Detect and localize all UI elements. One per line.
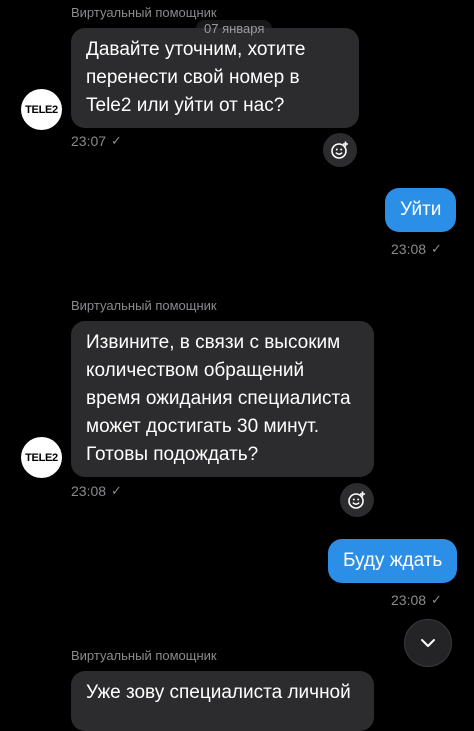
message-text: Давайте уточним, хотите перенести свой н… — [86, 39, 306, 116]
chevron-down-icon — [421, 639, 435, 647]
message-text: Буду ждать — [343, 550, 443, 571]
check-icon: ✓ — [111, 483, 122, 498]
message-text: Извините, в связи с высоким количеством … — [86, 332, 351, 465]
message-meta: 23:08 ✓ — [391, 592, 442, 608]
avatar[interactable]: TELE2 — [21, 89, 62, 130]
avatar-logo-text: TELE2 — [25, 103, 58, 116]
sender-name: Виртуальный помощник — [71, 298, 217, 313]
scroll-down-button[interactable] — [404, 619, 452, 667]
message-time: 23:08 — [391, 592, 427, 608]
message-meta: 23:08 ✓ — [391, 241, 442, 257]
message-text: Уйти — [400, 199, 442, 220]
sender-name: Виртуальный помощник — [71, 648, 217, 663]
message-time: 23:08 — [391, 241, 427, 257]
incoming-message-bubble[interactable]: Извините, в связи с высоким количеством … — [71, 321, 374, 477]
smile-plus-icon — [331, 141, 348, 159]
smile-plus-icon — [348, 491, 365, 509]
message-time: 23:08 — [71, 483, 107, 499]
sender-name: Виртуальный помощник — [71, 5, 217, 20]
incoming-message-bubble[interactable]: Уже зову специалиста личной — [71, 671, 374, 731]
message-meta: 23:07 ✓ — [71, 133, 122, 149]
message-time: 23:07 — [71, 133, 107, 149]
outgoing-message-bubble[interactable]: Уйти — [385, 188, 457, 232]
reaction-button[interactable] — [323, 133, 357, 167]
check-icon: ✓ — [111, 133, 122, 148]
outgoing-message-bubble[interactable]: Буду ждать — [328, 539, 458, 583]
date-separator: 07 января — [196, 20, 273, 37]
incoming-message-bubble[interactable]: Давайте уточним, хотите перенести свой н… — [71, 28, 359, 128]
check-icon: ✓ — [431, 592, 442, 607]
message-text: Уже зову специалиста личной — [86, 682, 351, 703]
reaction-button[interactable] — [340, 483, 374, 517]
avatar-logo-text: TELE2 — [25, 451, 58, 464]
check-icon: ✓ — [431, 241, 442, 256]
message-meta: 23:08 ✓ — [71, 483, 122, 499]
avatar[interactable]: TELE2 — [21, 437, 62, 478]
